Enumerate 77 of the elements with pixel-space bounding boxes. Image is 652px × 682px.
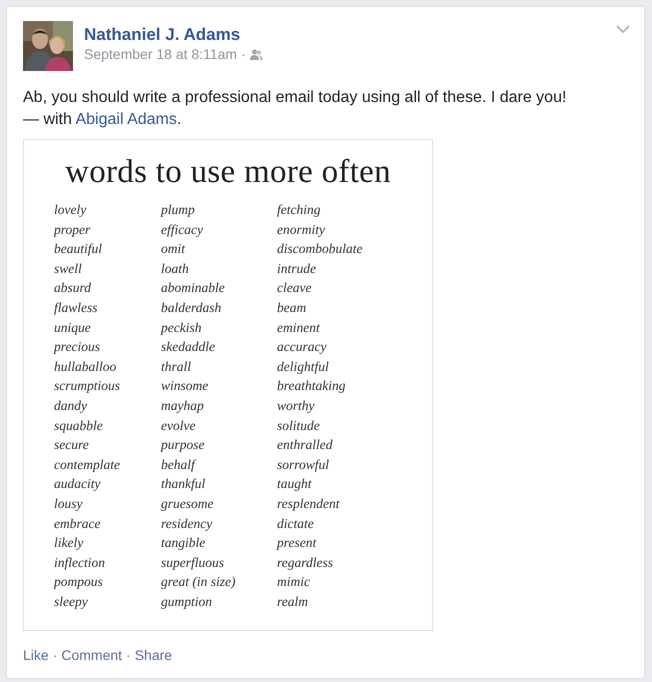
word-text: sorrowful (277, 456, 330, 474)
word-text: proper (54, 220, 92, 239)
word-text: inflection (54, 554, 106, 572)
word-text: likely (54, 534, 84, 552)
word-text: thrall (161, 358, 192, 376)
word-text: lousy (54, 494, 84, 513)
action-link[interactable]: Like (23, 645, 49, 666)
word-text: eminent (277, 318, 321, 337)
word-text: behalf (161, 456, 198, 474)
friends-icon[interactable] (250, 48, 263, 60)
word-text: discombobulate (277, 240, 362, 258)
word-text: loath (161, 260, 190, 278)
post-text: Ab, you should write a professional email today using all of these. I dare you! — with Abigail Adams. (23, 88, 568, 130)
word-text: accuracy (277, 338, 328, 356)
word-text: dictate (277, 514, 315, 532)
word-text: solitude (277, 416, 321, 435)
word-text: fetching (277, 201, 322, 219)
word-text: regardless (277, 554, 334, 572)
word-text: delightful (277, 358, 330, 376)
word-text: lovely (54, 201, 88, 219)
word-text: breathtaking (277, 377, 346, 396)
word-text: purpose (161, 436, 206, 454)
word-text: precious (54, 338, 101, 356)
word-text: peckish (161, 318, 202, 337)
author-name[interactable]: Nathaniel J. Adams (84, 25, 263, 45)
word-text: swell (54, 260, 83, 278)
post-image[interactable] (23, 139, 433, 631)
word-text: contemplate (54, 456, 121, 474)
timestamp[interactable]: September 18 at 8:11am (84, 45, 238, 63)
chevron-down-icon[interactable] (616, 25, 630, 34)
word-text: sleepy (54, 592, 89, 611)
separator: · (126, 646, 131, 665)
word-text: gruesome (161, 494, 214, 513)
separator: · (52, 646, 58, 665)
action-link[interactable]: Comment (61, 645, 122, 666)
word-text: beam (277, 298, 308, 317)
word-text: taught (277, 475, 313, 494)
word-text: enthralled (277, 436, 334, 454)
word-text: absurd (54, 279, 92, 298)
word-text: beautiful (54, 240, 103, 258)
word-text: mayhap (161, 396, 205, 415)
word-text: secure (54, 436, 90, 454)
word-text: omit (161, 240, 186, 258)
word-text: abominable (161, 279, 226, 298)
word-text: evolve (161, 416, 196, 435)
word-text: pompous (54, 573, 104, 592)
word-text: skedaddle (161, 338, 216, 356)
word-text: squabble (54, 416, 104, 435)
word-text: embrace (54, 514, 102, 532)
word-text: audacity (54, 475, 102, 494)
word-text: resplendent (277, 494, 341, 513)
word-text: worthy (277, 396, 316, 415)
word-text: great (in size) (161, 573, 236, 592)
word-text: realm (277, 592, 309, 611)
tagged-link[interactable]: Abigail Adams (75, 111, 177, 128)
separator: · (241, 45, 246, 63)
image-title: words to use more often (64, 154, 392, 190)
word-text: intrude (277, 260, 317, 278)
word-text: efficacy (161, 220, 204, 239)
word-text: present (277, 534, 318, 552)
word-text: mimic (277, 573, 311, 592)
word-text: flawless (54, 298, 99, 317)
word-text: unique (54, 318, 92, 337)
word-text: thankful (161, 475, 206, 494)
word-text: cleave (277, 279, 312, 298)
word-text: winsome (161, 377, 210, 396)
word-text: hullaballoo (54, 358, 118, 376)
word-text: gumption (161, 592, 214, 611)
word-text: dandy (54, 396, 88, 415)
word-text: enormity (277, 220, 326, 239)
word-text: scrumptious (54, 377, 122, 396)
word-text: superfluous (161, 554, 226, 572)
word-text: residency (161, 514, 214, 533)
word-text: tangible (161, 534, 206, 552)
action-link[interactable]: Share (134, 645, 172, 666)
word-text: plump (161, 201, 196, 219)
word-text: balderdash (161, 298, 222, 317)
